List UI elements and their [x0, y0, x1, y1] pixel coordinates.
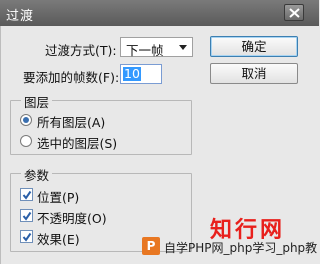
- params-group-title: 参数: [21, 165, 53, 184]
- window-title: 过渡: [6, 9, 35, 24]
- checkbox-opacity-label: 不透明度(O): [37, 211, 107, 226]
- watermark-logo: P: [142, 237, 160, 255]
- checkmark-icon: [22, 211, 32, 221]
- checkmark-icon: [22, 232, 32, 242]
- radio-all-layers[interactable]: [20, 114, 32, 126]
- close-icon: [289, 8, 300, 18]
- transition-label: 过渡方式(T):: [45, 43, 117, 58]
- frames-label: 要添加的帧数(F):: [23, 70, 120, 85]
- checkbox-effects-label: 效果(E): [37, 232, 80, 247]
- transition-value: 下一帧: [126, 43, 164, 58]
- chevron-down-icon: [179, 45, 187, 50]
- checkbox-position[interactable]: [20, 188, 33, 201]
- checkbox-position-label: 位置(P): [37, 190, 80, 205]
- radio-all-layers-label: 所有图层(A): [37, 115, 106, 130]
- layers-group-title: 图层: [21, 92, 53, 111]
- title-bar: 过渡: [0, 0, 319, 26]
- checkmark-icon: [22, 190, 32, 200]
- checkbox-effects[interactable]: [20, 230, 33, 243]
- cancel-button[interactable]: 取消: [210, 63, 298, 84]
- frames-value: 10: [123, 66, 141, 81]
- watermark-text: 自学PHP网_php学习_php教: [164, 241, 318, 255]
- frames-input[interactable]: 10: [120, 64, 162, 84]
- radio-selected-layers-label: 选中的图层(S): [37, 136, 118, 151]
- radio-selected-layers[interactable]: [20, 135, 32, 147]
- transition-select[interactable]: 下一帧: [120, 37, 193, 58]
- checkbox-opacity[interactable]: [20, 209, 33, 222]
- ok-button[interactable]: 确定: [210, 36, 298, 57]
- close-button[interactable]: [284, 4, 304, 21]
